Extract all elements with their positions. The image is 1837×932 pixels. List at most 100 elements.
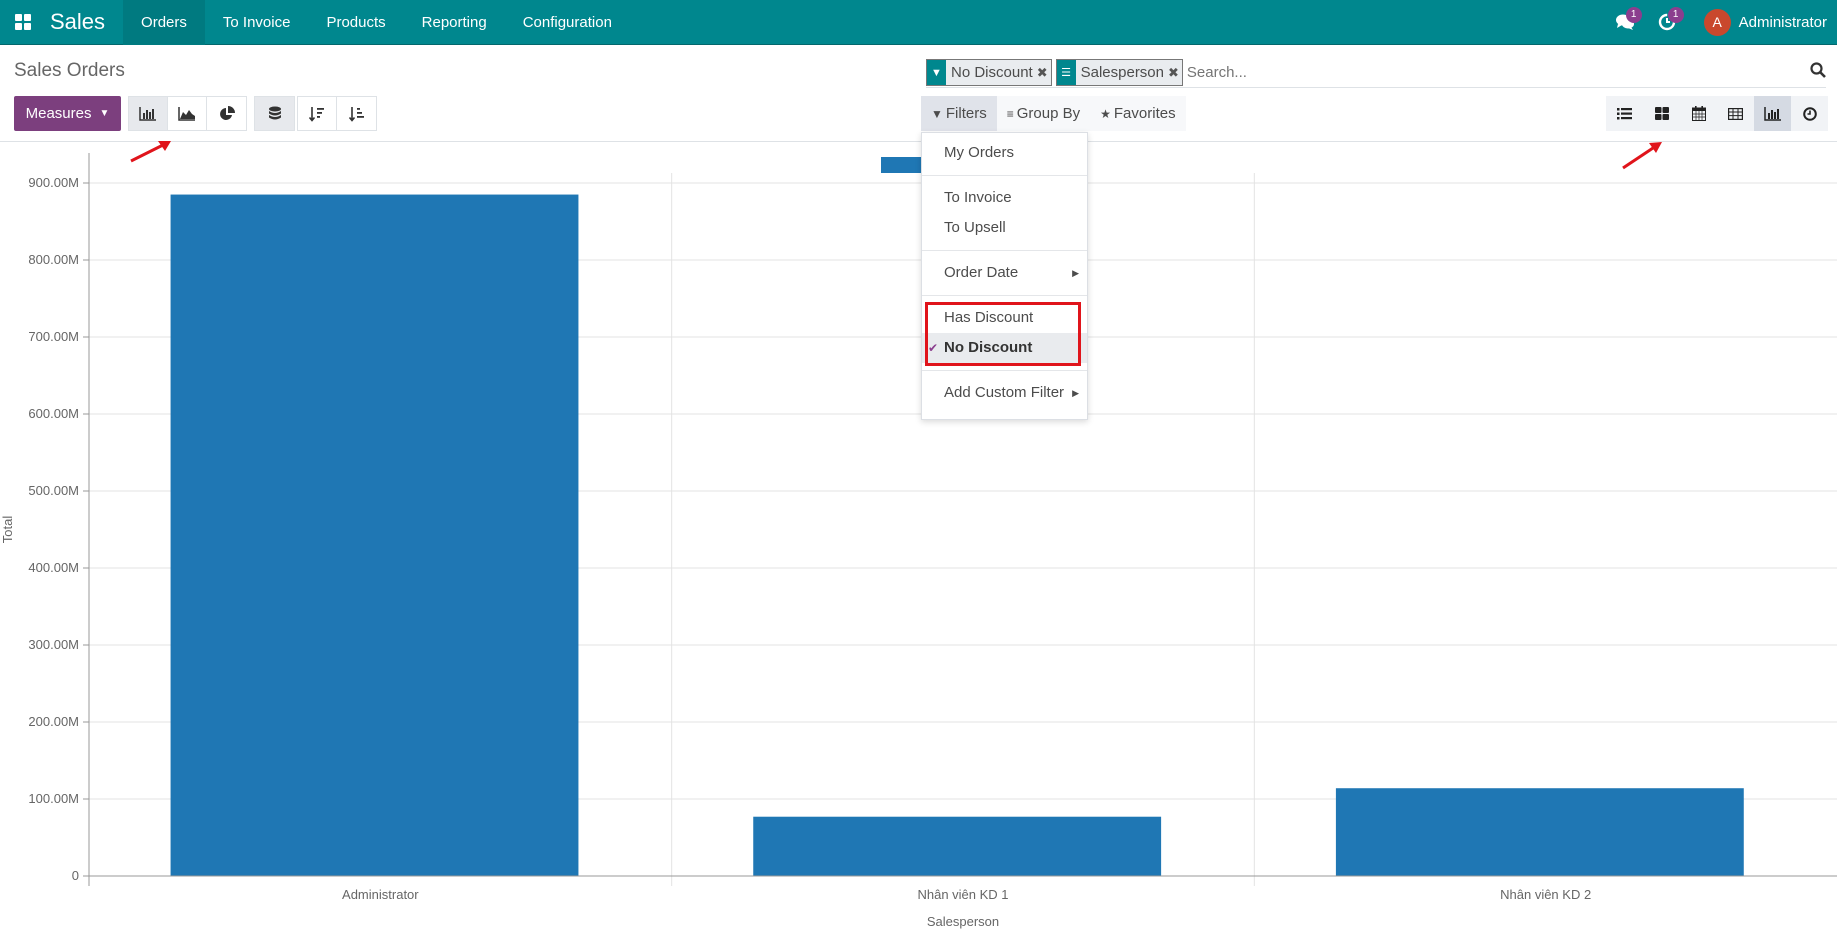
search-bar: ▼ No Discount ✖ ☰ Salesperson ✖ [926,58,1826,88]
filter-option-label: Add Custom Filter [944,384,1065,401]
search-input[interactable] [1186,59,1826,86]
facet-label: Salesperson [1080,64,1164,81]
menu-item-configuration[interactable]: Configuration [505,0,630,45]
annotation-arrow [1622,142,1662,170]
menu-item-orders[interactable]: Orders [123,0,205,45]
filters-button[interactable]: ▼ Filters [921,96,997,131]
check-icon: ✔ [928,341,939,355]
dropdown-divider [922,295,1087,296]
user-name: Administrator [1738,13,1827,31]
y-tick-label: 800.00M [28,252,79,267]
remove-facet-icon[interactable]: ✖ [1037,60,1051,85]
filter-icon: ▼ [927,60,946,85]
y-tick-label: 500.00M [28,483,79,498]
bar-chart-icon [139,106,156,121]
page-title: Sales Orders [14,60,125,81]
activity-view-button[interactable] [1791,96,1828,131]
app-name[interactable]: Sales [46,9,123,35]
filter-option-to-upsell[interactable]: To Upsell [922,213,1087,243]
bars-icon: ≡ [1006,106,1014,121]
filter-option-has-discount[interactable]: Has Discount [922,303,1087,333]
group-by-label: Group By [1016,105,1081,122]
bar-nhân-viên-kd-1 [753,816,1162,876]
x-tick-label: Nhân viên KD 1 [917,887,1008,902]
y-tick-label: 0 [72,868,79,883]
caret-down-icon: ▼ [99,108,110,119]
filter-option-label: Order Date [944,264,1019,281]
sort-ascending-icon [348,106,364,122]
legend-swatch [881,157,921,173]
dropdown-divider [922,250,1087,251]
filter-option-add-custom-filter[interactable]: Add Custom Filter ▶ [922,378,1087,408]
filter-option-label: No Discount [944,339,1033,356]
clock-icon [1802,106,1817,121]
sort-group [297,96,377,131]
list-icon [1617,108,1632,120]
filter-option-order-date[interactable]: Order Date ▶ [922,258,1087,288]
search-panel-buttons: ▼ Filters ≡ Group By ★ Favorites [921,96,1186,131]
pie-chart-icon [219,105,235,120]
pie-chart-button[interactable] [207,97,246,130]
group-by-button[interactable]: ≡ Group By [997,96,1090,131]
filter-option-label: Has Discount [944,309,1034,326]
line-chart-button[interactable] [168,97,207,130]
top-navbar: Sales Orders To Invoice Products Reporting C… [0,0,1837,45]
y-tick-label: 600.00M [28,406,79,421]
avatar: A [1703,8,1731,36]
y-tick-label: 200.00M [28,714,79,729]
caret-right-icon: ▶ [1072,268,1079,278]
graph-view-button[interactable] [1754,96,1791,131]
chart-type-group [128,96,247,131]
database-icon [268,106,281,119]
menu-item-reporting[interactable]: Reporting [404,0,505,45]
menu-item-to-invoice[interactable]: To Invoice [205,0,309,45]
stacked-group [254,96,295,131]
view-switcher [1606,96,1828,131]
y-axis-title: Total [0,516,15,544]
facet-label: No Discount [951,64,1033,81]
messages-button[interactable]: 1 [1604,0,1646,45]
facet-filter[interactable]: ▼ No Discount ✖ [926,59,1052,86]
calendar-icon [1691,106,1706,121]
sort-ascending-button[interactable] [337,97,376,130]
menu-item-products[interactable]: Products [308,0,403,45]
kanban-icon [1654,107,1669,120]
stacked-button[interactable] [255,97,294,130]
sort-descending-icon [309,106,324,122]
app-menu-button[interactable] [0,0,46,45]
sort-descending-button[interactable] [298,97,337,130]
pivot-view-button[interactable] [1717,96,1754,131]
filters-dropdown: My Orders To Invoice To Upsell Order Date ▶ H… [921,132,1088,420]
favorites-label: Favorites [1113,105,1176,122]
facet-group-by[interactable]: ☰ Salesperson ✖ [1055,59,1183,86]
remove-facet-icon[interactable]: ✖ [1168,60,1182,85]
bar-nhân-viên-kd-2 [1335,788,1744,876]
area-chart-icon [178,106,195,121]
dropdown-divider [922,370,1087,371]
measures-button[interactable]: Measures ▼ [14,96,121,131]
dropdown-divider [922,175,1087,176]
favorites-button[interactable]: ★ Favorites [1090,96,1185,131]
filter-option-label: To Upsell [944,219,1006,236]
control-panel: Sales Orders Measures ▼ ▼ No Discount ✖ … [0,46,1837,142]
activities-button[interactable]: 1 [1646,0,1688,45]
filter-option-my-orders[interactable]: My Orders [922,138,1087,168]
caret-right-icon: ▶ [1072,388,1079,398]
kanban-view-button[interactable] [1643,96,1680,131]
x-axis-title: Salesperson [927,914,999,929]
y-tick-label: 100.00M [28,791,79,806]
measures-label: Measures [25,105,92,122]
x-tick-label: Administrator [342,887,419,902]
filter-option-to-invoice[interactable]: To Invoice [922,183,1087,213]
list-view-button[interactable] [1606,96,1643,131]
search-icon[interactable] [1810,62,1826,83]
filter-option-no-discount[interactable]: ✔ No Discount [922,333,1087,363]
bar-chart-button[interactable] [129,97,168,130]
calendar-view-button[interactable] [1680,96,1717,131]
bar-chart: 0 100.00M 200.00M 300.00M 400.00M 500.00M 600.… [0,153,1837,929]
activities-badge: 1 [1667,6,1684,23]
messages-badge: 1 [1625,6,1642,23]
group-by-icon: ☰ [1056,60,1076,85]
user-menu[interactable]: A Administrator [1688,8,1837,36]
bar-chart-icon [1763,106,1781,121]
